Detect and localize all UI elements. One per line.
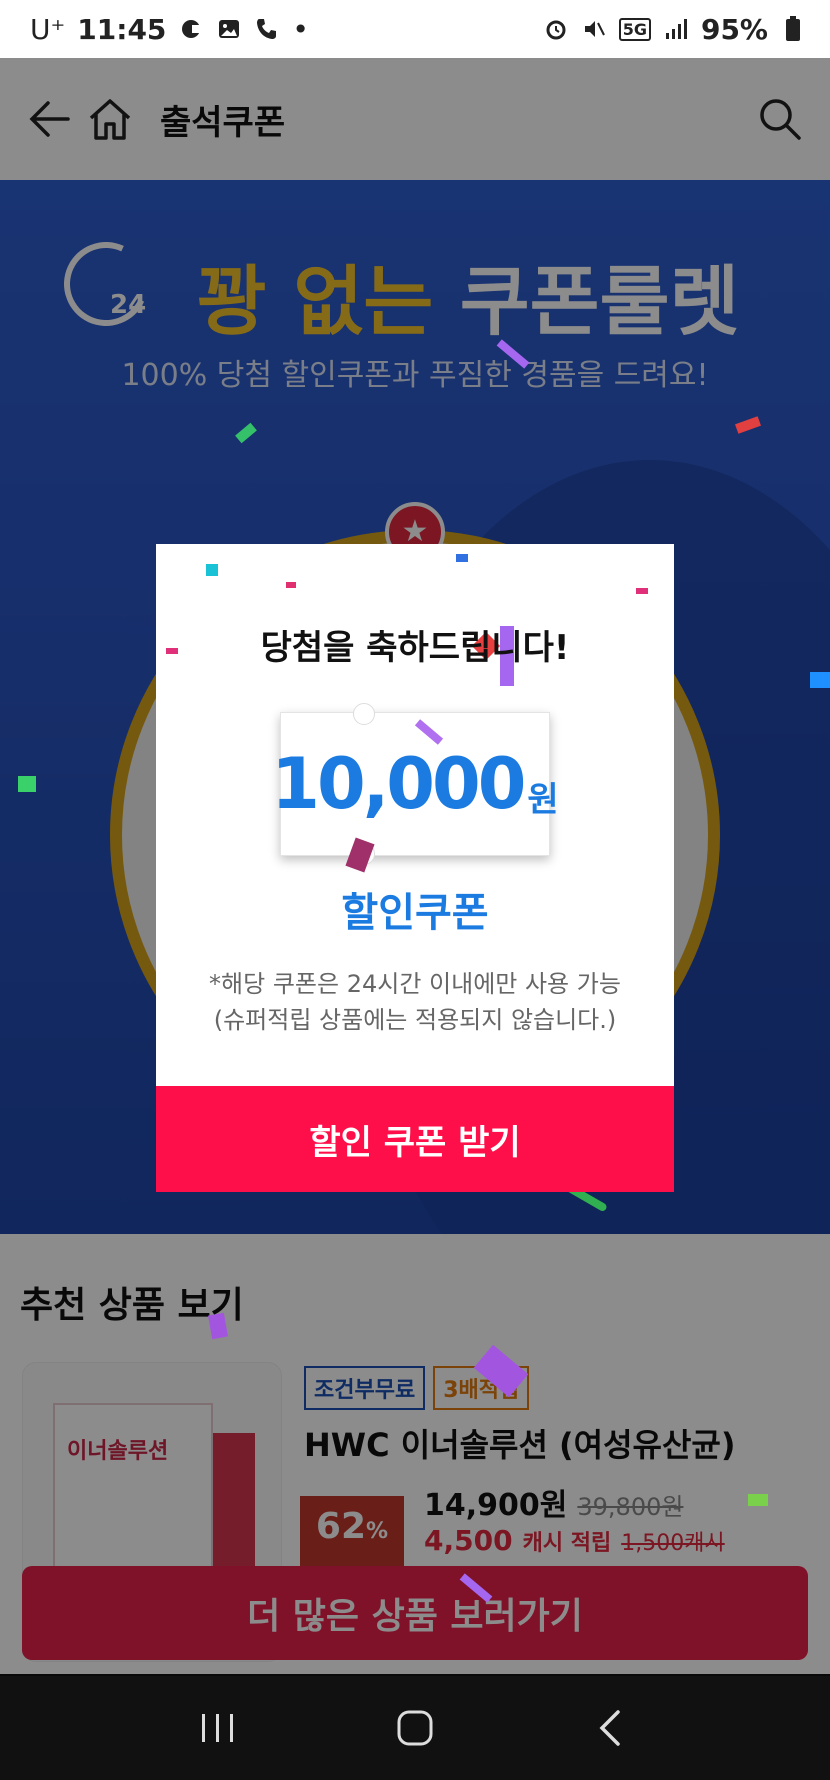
coupon-note: *해당 쿠폰은 24시간 이내에만 사용 가능 (슈퍼적립 상품에는 적용되지 … [156, 966, 674, 1038]
confetti-piece [636, 588, 648, 594]
alarm-icon [543, 16, 569, 42]
notification-app-icon [178, 16, 204, 42]
call-app-icon [254, 16, 280, 42]
home-nav-icon[interactable] [385, 1698, 445, 1758]
status-bar: U⁺ 11:45 • 5G 95% [0, 0, 830, 58]
receive-coupon-button[interactable]: 할인 쿠폰 받기 [156, 1086, 674, 1192]
battery-level: 95% [700, 12, 768, 46]
signal-icon [663, 16, 689, 42]
coupon-note-line1: *해당 쿠폰은 24시간 이내에만 사용 가능 [209, 970, 621, 998]
carrier-label: U⁺ [30, 12, 66, 46]
modal-title: 당첨을 축하드립니다! [260, 628, 570, 668]
recent-apps-icon[interactable] [188, 1698, 248, 1758]
status-left: U⁺ 11:45 • [30, 13, 309, 46]
confetti-piece [810, 672, 830, 688]
win-modal: 당첨을 축하드립니다! 10,000 원 할인쿠폰 *해당 쿠폰은 24시간 이… [156, 544, 674, 1192]
coupon-ticket: 10,000 원 [271, 703, 559, 865]
coupon-unit: 원 [527, 779, 559, 820]
confetti-piece [456, 554, 468, 562]
coupon-note-line2: (슈퍼적립 상품에는 적용되지 않습니다.) [213, 1006, 617, 1034]
status-right: 5G 95% [543, 13, 806, 46]
system-nav-bar [0, 1676, 830, 1780]
confetti-piece [748, 1494, 768, 1506]
confetti-piece [286, 582, 296, 588]
confetti-piece [18, 776, 36, 792]
battery-icon [780, 16, 806, 42]
coupon-type-label: 할인쿠폰 [341, 890, 489, 936]
clock-time: 11:45 [77, 12, 167, 46]
network-type: 5G [618, 17, 651, 41]
coupon-amount: 10,000 [271, 743, 526, 825]
gallery-icon [216, 16, 242, 42]
mute-icon [581, 16, 607, 42]
back-nav-icon[interactable] [582, 1698, 642, 1758]
more-notifications-dot: • [292, 12, 309, 46]
confetti-piece [206, 564, 218, 576]
ticket-notch [353, 703, 375, 725]
